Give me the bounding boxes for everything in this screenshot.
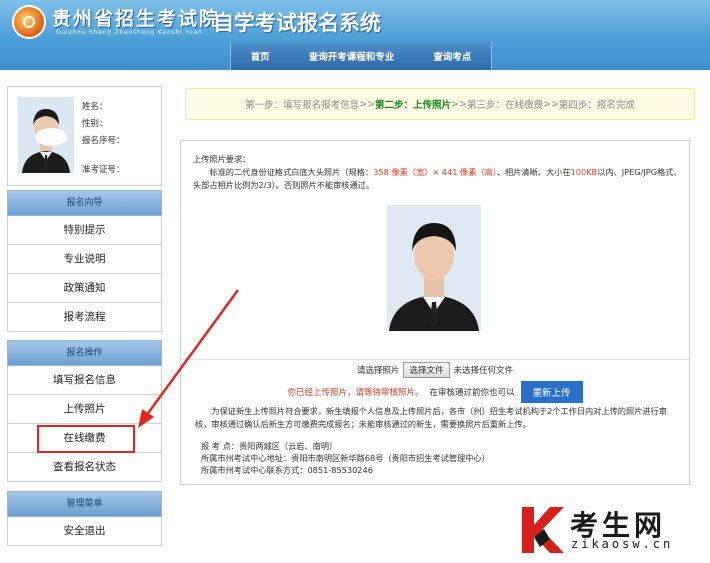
- profile-photo: [18, 97, 74, 173]
- audit-note: 为保证新生上传照片符合要求，新生填报个人信息及上传照片后，各市（州）招生考试机构…: [195, 406, 667, 429]
- gender-label: 性别：: [82, 119, 108, 129]
- nav-query-sites[interactable]: 查询考点: [433, 49, 471, 63]
- step-4: 第四步：报名完成: [558, 100, 635, 111]
- sidebar-item-process[interactable]: 报考流程: [7, 303, 162, 332]
- step-sep: >>: [451, 98, 467, 110]
- step-2-current: 第二步：上传照片: [375, 100, 452, 111]
- watermark-url: zikaosw.cn: [571, 537, 674, 551]
- upload-panel: 上传照片要求： 标准的二代身份证格式白底大头照片（规格：358 像素（宽）× 4…: [180, 140, 690, 485]
- header-banner: 贵州省招生考试院 Guizhou Sheng Zhaosheng Kaoshi …: [0, 0, 710, 70]
- center-address: 所属市州考试中心地址：贵阳市南明区新华路68号（贵阳市招生考试管理中心）: [201, 453, 490, 463]
- section-ops-title: 报名操作: [7, 340, 162, 366]
- logo-pinyin: Guizhou Sheng Zhaosheng Kaoshi Yuan: [56, 29, 203, 36]
- system-title: 自学考试报名系统: [213, 11, 381, 35]
- uploaded-warning: 你已经上传照片，请等待审核照片。: [287, 388, 424, 398]
- name-label: 姓名：: [82, 102, 108, 112]
- admission-no-label: 准考证号：: [82, 165, 125, 175]
- sidebar-item-policy[interactable]: 政策通知: [7, 274, 162, 303]
- photo-requirements: 上传照片要求： 标准的二代身份证格式白底大头照片（规格：358 像素（宽）× 4…: [193, 153, 683, 192]
- redaction-blur: [258, 248, 320, 274]
- watermark-logo-icon: [522, 507, 564, 553]
- profile-card: 姓名： 性别： 报名序号： 准考证号：: [7, 86, 162, 186]
- choose-file-button[interactable]: 选择文件: [403, 362, 450, 378]
- req-kb: 100KB: [570, 167, 598, 177]
- uploaded-photo: [387, 205, 481, 331]
- step-3: 第三步：在线缴费: [466, 100, 543, 111]
- step-1: 第一步：填写报名报考信息: [245, 100, 360, 111]
- step-progress: 第一步：填写报名报考信息 >> 第二步：上传照片 >> 第三步：在线缴费 >> …: [185, 88, 695, 120]
- section-guide-title: 报名向导: [7, 190, 162, 216]
- highlight-box: [37, 425, 135, 453]
- req-text-1: 标准的二代身份证格式白底大头照片（规格：: [209, 167, 374, 177]
- choose-label: 请选择照片: [356, 366, 400, 376]
- req-text-2: 、相片清晰、大小在: [496, 167, 571, 177]
- sidebar-item-special-notice[interactable]: 特别提示: [7, 216, 162, 245]
- before-audit-text: 在审核通过前你也可以: [429, 388, 515, 398]
- sidebar-item-major-info[interactable]: 专业说明: [7, 245, 162, 274]
- top-nav: 首页 查询开考课程和专业 查询考点: [230, 42, 492, 70]
- section-manage-title: 管理菜单: [7, 491, 162, 517]
- sidebar-item-fill-info[interactable]: 填写报名信息: [7, 366, 162, 395]
- exam-site: 报 考 点：贵阳两城区（云岩、南明）: [201, 441, 338, 451]
- nav-home[interactable]: 首页: [251, 49, 270, 63]
- contact-info: 报 考 点：贵阳两城区（云岩、南明） 所属市州考试中心地址：贵阳市南明区新华路6…: [201, 440, 490, 476]
- sidebar-item-check-status[interactable]: 查看报名状态: [7, 453, 162, 482]
- sidebar-item-logout[interactable]: 安全退出: [7, 517, 162, 546]
- req-size: 358 像素（宽）× 441 像素（高）: [373, 167, 497, 177]
- req-title: 上传照片要求：: [193, 154, 251, 164]
- logo-icon: [12, 5, 46, 39]
- nav-query-courses[interactable]: 查询开考课程和专业: [309, 49, 395, 63]
- file-select-row: 请选择照片 选择文件 未选择任何文件: [181, 359, 689, 380]
- no-file-text: 未选择任何文件: [453, 366, 514, 376]
- reg-no-label: 报名序号：: [82, 136, 125, 146]
- reupload-button[interactable]: 重新上传: [520, 381, 583, 403]
- logo-name: 贵州省招生考试院: [52, 8, 221, 30]
- center-phone: 所属市州考试中心联系方式：0851-85530246: [201, 465, 373, 475]
- step-sep: >>: [542, 98, 559, 110]
- upload-status-row: 你已经上传照片，请等待审核照片。 在审核通过前你也可以 重新上传: [181, 381, 689, 403]
- sidebar-item-upload-photo[interactable]: 上传照片: [7, 395, 162, 424]
- step-sep: >>: [359, 98, 376, 110]
